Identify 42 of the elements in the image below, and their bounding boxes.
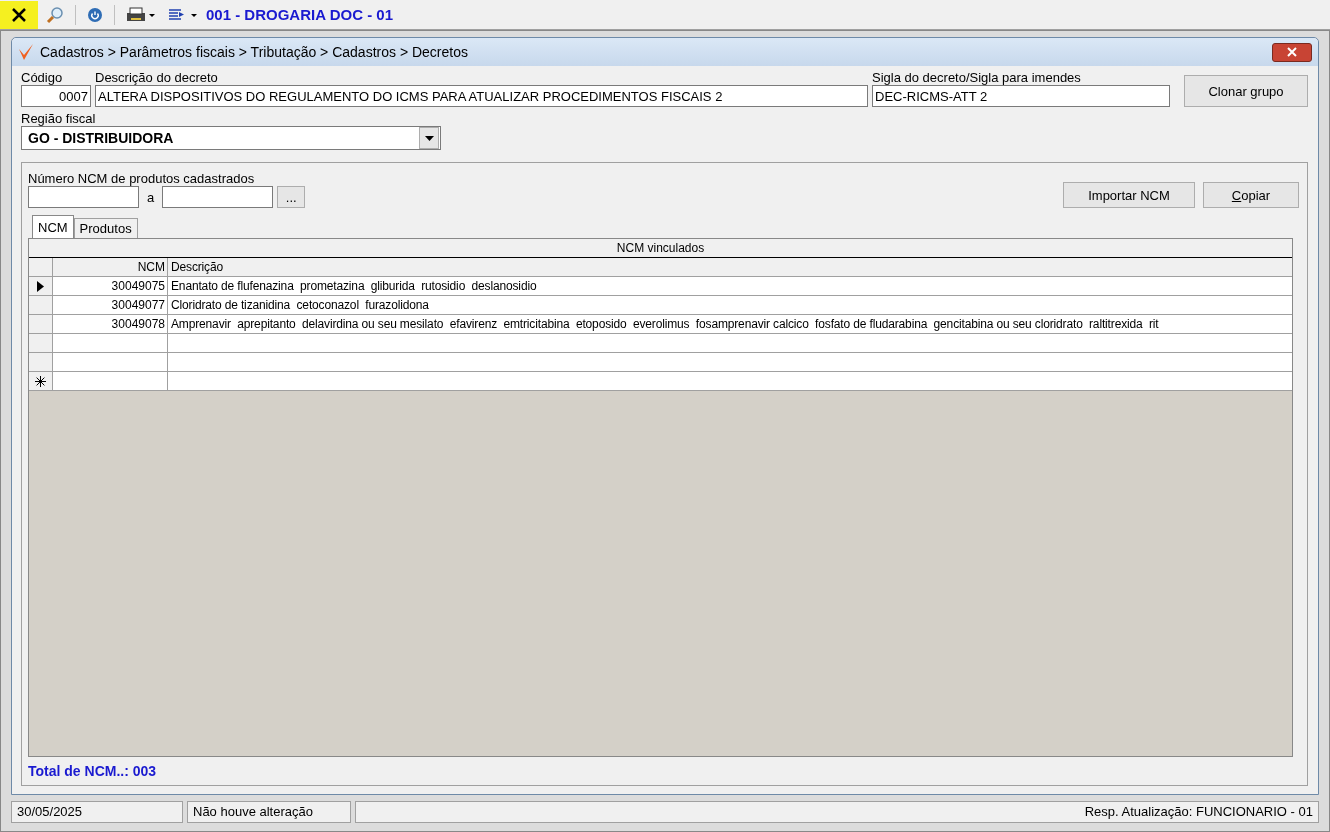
table-cell-text: Cloridrato de tizanidina cetoconazol furazolidona [170,297,430,314]
code-field[interactable]: 0007 [21,85,91,107]
import-ncm-button[interactable]: Importar NCM [1063,182,1195,208]
region-dropdown[interactable]: GO - DISTRIBUIDORA [21,126,441,150]
copy-button[interactable]: Copiar [1203,182,1299,208]
clone-group-button[interactable]: Clonar grupo [1184,75,1308,107]
close-icon [1287,47,1297,57]
window-title: Cadastros > Parâmetros fiscais > Tributação > Cadastros > Decretos [40,44,469,60]
field-label: Descrição do decreto [95,70,219,85]
new-row-icon [35,375,46,387]
field-label: Código [21,70,64,85]
column-header: Descrição [170,259,224,276]
table-cell: 30049077 [53,296,168,314]
company-name[interactable]: 001 - DROGARIA DOC - 01 [206,6,393,23]
field-label: Região fiscal [21,111,97,126]
close-icon[interactable] [0,0,38,29]
table-cell-text: Enantato de flufenazina prometazina gliburida rutosidio deslanosidio [170,278,538,295]
range-separator: a [147,189,155,205]
field-label: Sigla do decreto/Sigla para imendes [872,70,1082,85]
tab[interactable]: Produtos [73,218,138,238]
caret-icon [424,135,434,141]
description-field[interactable]: ALTERA DISPOSITIVOS DO REGULAMENTO DO ICMS PARA ATUALIZAR PROCEDIMENTOS FISCAIS 2 [95,85,868,107]
field-label: Número NCM de produtos cadastrados [28,171,256,186]
status-user: Resp. Atualização: FUNCIONARIO - 01 [355,801,1319,823]
row-selector[interactable] [29,277,53,295]
row-selector[interactable] [29,372,53,390]
table-cell: 30049078 [53,315,168,333]
status-message: Não houve alteração [187,801,351,823]
checkmark-logo-icon [18,43,34,61]
ncm-from-field[interactable] [28,186,139,208]
ncm-to-field[interactable] [162,186,274,208]
status-date: 30/05/2025 [11,801,183,823]
table-cell: 30049075 [53,277,168,295]
column-header: NCM [53,258,168,276]
table-cell-text: Amprenavir aprepitanto delavirdina ou seu mesilato efavirenz emtricitabina etoposido everolimus fosamprenavir calcico fosfato de fludarabina gencitabina ou seu cloridrato raltitrexida rit [170,316,1160,333]
row-pointer-icon [37,280,44,292]
ncm-total: Total de NCM..: 003 [28,763,158,779]
tab[interactable]: NCM [32,215,74,238]
acronym-field[interactable]: DEC-RICMS-ATT 2 [872,85,1170,107]
grid-caption: NCM vinculados [29,239,1292,258]
close-button[interactable] [1272,42,1312,62]
browse-button[interactable]: ... [277,186,306,208]
